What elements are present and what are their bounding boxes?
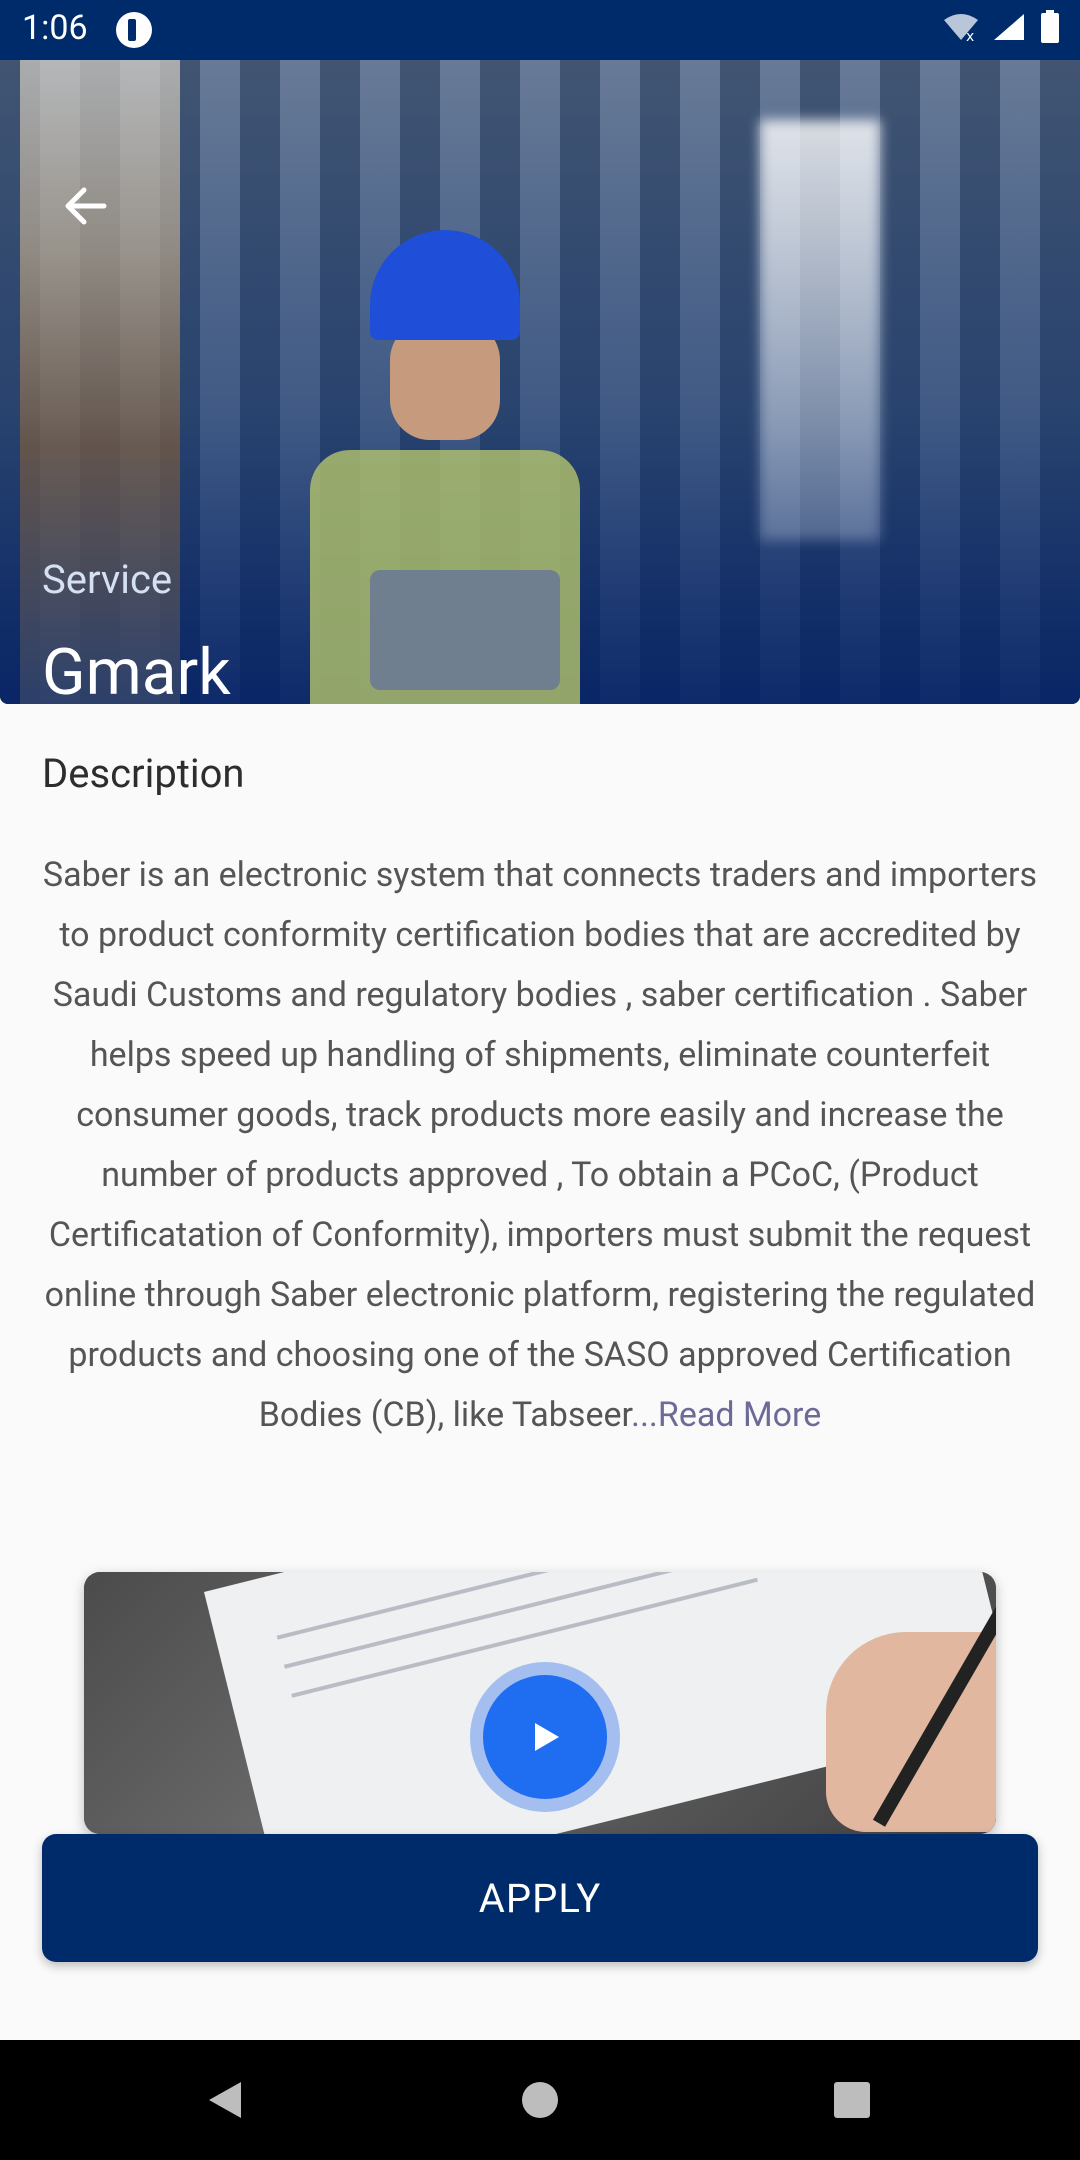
description-heading: Description [42, 750, 245, 797]
description-text: Saber is an electronic system that conne… [40, 845, 1040, 1445]
arrow-left-icon [65, 187, 107, 225]
status-bar: 1:06 x [0, 0, 1080, 60]
triangle-back-icon [209, 2082, 241, 2118]
play-icon [535, 1723, 559, 1751]
nav-home-button[interactable] [510, 2070, 570, 2130]
square-recent-icon [834, 2082, 870, 2118]
warehouse-shelf [20, 60, 180, 704]
read-more-link[interactable]: ...Read More [631, 1395, 821, 1435]
svg-text:x: x [966, 29, 974, 42]
nav-back-button[interactable] [195, 2070, 255, 2130]
system-nav-bar [0, 2040, 1080, 2160]
hero-subtitle: Service [42, 556, 173, 603]
signal-icon [992, 12, 1026, 42]
play-button[interactable] [470, 1662, 620, 1812]
status-icons: x [942, 10, 1060, 44]
vpn-icon [116, 12, 152, 48]
hero-banner: Service Gmark [0, 60, 1080, 704]
worker-illustration [270, 230, 660, 704]
circle-home-icon [522, 2082, 558, 2118]
video-thumbnail[interactable] [84, 1572, 996, 1834]
back-button[interactable] [58, 178, 114, 234]
wifi-icon: x [942, 12, 978, 42]
description-body: Saber is an electronic system that conne… [42, 855, 1038, 1435]
warehouse-light [760, 120, 880, 540]
status-time: 1:06 [22, 8, 88, 48]
nav-recent-button[interactable] [822, 2070, 882, 2130]
page-title: Gmark [42, 635, 231, 704]
battery-icon [1040, 10, 1060, 44]
apply-button[interactable]: APPLY [42, 1834, 1038, 1962]
